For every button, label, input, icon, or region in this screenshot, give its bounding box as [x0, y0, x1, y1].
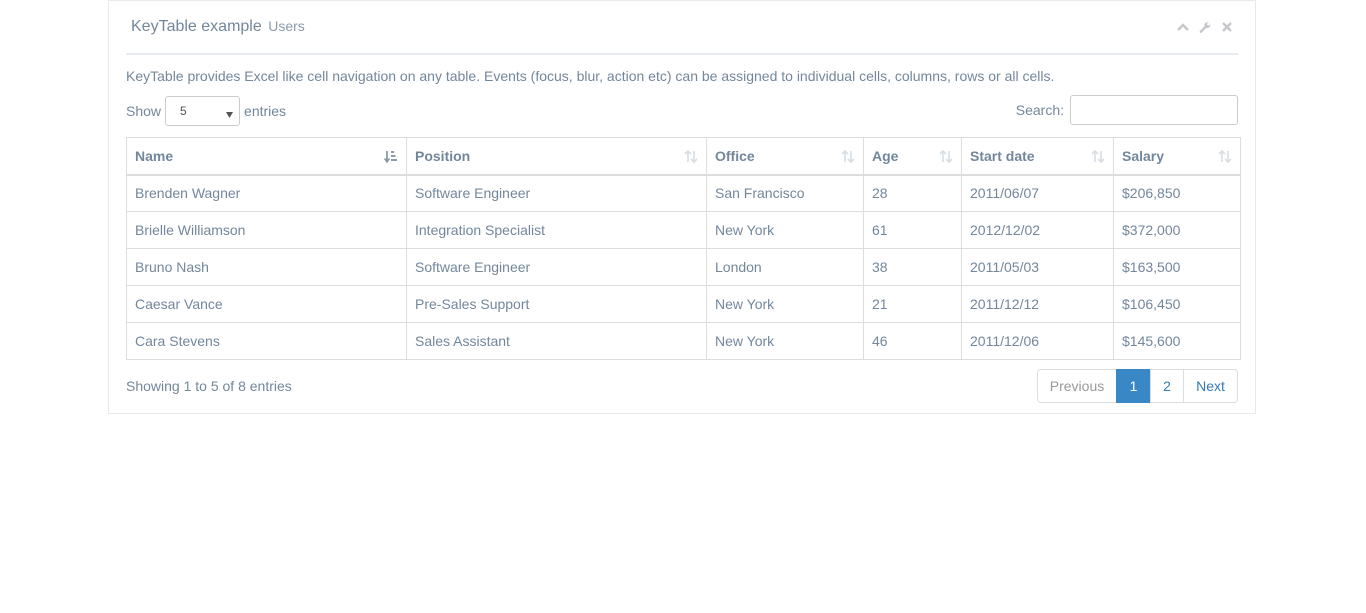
table-cell[interactable]: $106,450	[1113, 285, 1241, 323]
entries-length-control: Show 5 entries	[126, 96, 286, 126]
column-header-label: Start date	[970, 147, 1035, 164]
sort-both-icon	[1091, 149, 1105, 166]
table-cell[interactable]: 2011/05/03	[961, 248, 1114, 286]
search-input[interactable]	[1070, 95, 1238, 125]
users-panel: KeyTable example Users KeyTable provides…	[108, 0, 1256, 414]
sort-ascending-icon	[383, 150, 398, 166]
table-cell[interactable]: Brenden Wagner	[126, 174, 407, 212]
description-text: KeyTable provides Excel like cell naviga…	[126, 68, 1055, 84]
page-1-button[interactable]: 1	[1116, 369, 1151, 403]
table-cell[interactable]: Bruno Nash	[126, 248, 407, 286]
column-header-label: Position	[415, 147, 471, 164]
table-cell[interactable]: 2011/12/12	[961, 285, 1114, 323]
entries-select[interactable]: 5	[165, 96, 241, 126]
column-header-label: Age	[872, 147, 899, 164]
table-cell[interactable]: 2012/12/02	[961, 211, 1114, 249]
table-header-row: Name Position Office Age Start date Sala…	[126, 137, 1241, 176]
table-cell[interactable]: 61	[863, 211, 962, 249]
column-header-label: Name	[135, 147, 174, 164]
table-cell[interactable]: London	[706, 248, 864, 286]
table-cell[interactable]: 28	[863, 174, 962, 212]
table-row: Brenden Wagner Software Engineer San Fra…	[126, 174, 1241, 212]
table-row: Caesar Vance Pre-Sales Support New York …	[126, 285, 1241, 323]
wrench-icon[interactable]	[1199, 20, 1211, 34]
table-cell[interactable]: 46	[863, 322, 962, 360]
collapse-icon[interactable]	[1177, 20, 1189, 34]
table-cell[interactable]: Caesar Vance	[126, 285, 407, 323]
close-icon[interactable]	[1221, 20, 1233, 34]
table-cell[interactable]: New York	[706, 211, 864, 249]
table-cell[interactable]: 21	[863, 285, 962, 323]
table-cell[interactable]: $372,000	[1113, 211, 1241, 249]
entries-label: entries	[244, 103, 287, 119]
panel-title: KeyTable example Users	[131, 18, 305, 36]
column-header-office[interactable]: Office	[706, 137, 864, 176]
table-cell[interactable]: San Francisco	[706, 174, 864, 212]
column-header-label: Office	[715, 147, 755, 164]
table-row: Bruno Nash Software Engineer London 38 2…	[126, 248, 1241, 286]
table-cell[interactable]: $163,500	[1113, 248, 1241, 286]
table-info: Showing 1 to 5 of 8 entries	[126, 378, 292, 394]
table-cell[interactable]: Brielle Williamson	[126, 211, 407, 249]
table-cell[interactable]: 2011/12/06	[961, 322, 1114, 360]
panel-divider	[126, 53, 1238, 55]
column-header-name[interactable]: Name	[126, 137, 407, 176]
column-header-start-date[interactable]: Start date	[961, 137, 1114, 176]
column-header-age[interactable]: Age	[863, 137, 962, 176]
panel-subtitle: Users	[268, 18, 305, 34]
table-cell[interactable]: Integration Specialist	[406, 211, 707, 249]
table-cell[interactable]: 2011/06/07	[961, 174, 1114, 212]
table-row: Brielle Williamson Integration Specialis…	[126, 211, 1241, 249]
sort-both-icon	[939, 149, 953, 166]
panel-title-text: KeyTable example	[131, 18, 262, 35]
table-cell[interactable]: Software Engineer	[406, 248, 707, 286]
column-header-label: Salary	[1122, 147, 1165, 164]
table-cell[interactable]: 38	[863, 248, 962, 286]
page-2-button[interactable]: 2	[1150, 369, 1184, 403]
panel-tools	[1177, 20, 1233, 34]
table-cell[interactable]: Pre-Sales Support	[406, 285, 707, 323]
chevron-down-icon	[226, 107, 234, 121]
table-cell[interactable]: $206,850	[1113, 174, 1241, 212]
column-header-salary[interactable]: Salary	[1113, 137, 1241, 176]
column-header-position[interactable]: Position	[406, 137, 707, 176]
search-label: Search:	[1015, 102, 1064, 118]
previous-button[interactable]: Previous	[1037, 369, 1117, 403]
sort-both-icon	[1218, 149, 1232, 166]
table-cell[interactable]: Software Engineer	[406, 174, 707, 212]
table-cell[interactable]: Sales Assistant	[406, 322, 707, 360]
pagination: Previous 1 2 Next	[1037, 369, 1238, 403]
table-cell[interactable]: New York	[706, 285, 864, 323]
entries-select-value: 5	[180, 104, 187, 118]
table-row: Cara Stevens Sales Assistant New York 46…	[126, 322, 1241, 360]
next-button[interactable]: Next	[1183, 369, 1238, 403]
sort-both-icon	[684, 149, 698, 166]
show-label: Show	[126, 103, 162, 119]
table-cell[interactable]: $145,600	[1113, 322, 1241, 360]
search-control: Search:	[1016, 95, 1238, 125]
table-cell[interactable]: New York	[706, 322, 864, 360]
users-table: Name Position Office Age Start date Sala…	[126, 137, 1241, 360]
table-cell[interactable]: Cara Stevens	[126, 322, 407, 360]
sort-both-icon	[841, 149, 855, 166]
